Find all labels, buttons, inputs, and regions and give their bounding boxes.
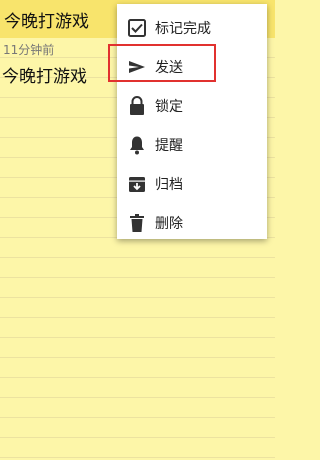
menu-item-remind[interactable]: 提醒 xyxy=(117,125,267,164)
menu-item-mark-complete[interactable]: 标记完成 xyxy=(117,8,267,47)
note-title: 今晚打游戏 xyxy=(4,12,89,32)
note-timestamp: 11分钟前 xyxy=(3,43,55,57)
bell-icon xyxy=(125,133,149,157)
menu-item-archive[interactable]: 归档 xyxy=(117,164,267,203)
menu-item-lock[interactable]: 锁定 xyxy=(117,86,267,125)
trash-icon xyxy=(125,211,149,235)
menu-item-label: 提醒 xyxy=(155,137,183,154)
archive-icon xyxy=(125,172,149,196)
menu-item-label: 删除 xyxy=(155,215,183,232)
menu-item-label: 锁定 xyxy=(155,98,183,115)
menu-item-label: 标记完成 xyxy=(155,20,211,37)
context-menu: 标记完成 发送 锁定 提醒 归档 删除 xyxy=(117,4,267,239)
checkbox-icon xyxy=(125,16,149,40)
highlight-box xyxy=(108,44,216,82)
menu-item-delete[interactable]: 删除 xyxy=(117,203,267,242)
menu-item-label: 归档 xyxy=(155,176,183,193)
note-content[interactable]: 今晚打游戏 xyxy=(2,62,87,87)
lock-icon xyxy=(125,94,149,118)
